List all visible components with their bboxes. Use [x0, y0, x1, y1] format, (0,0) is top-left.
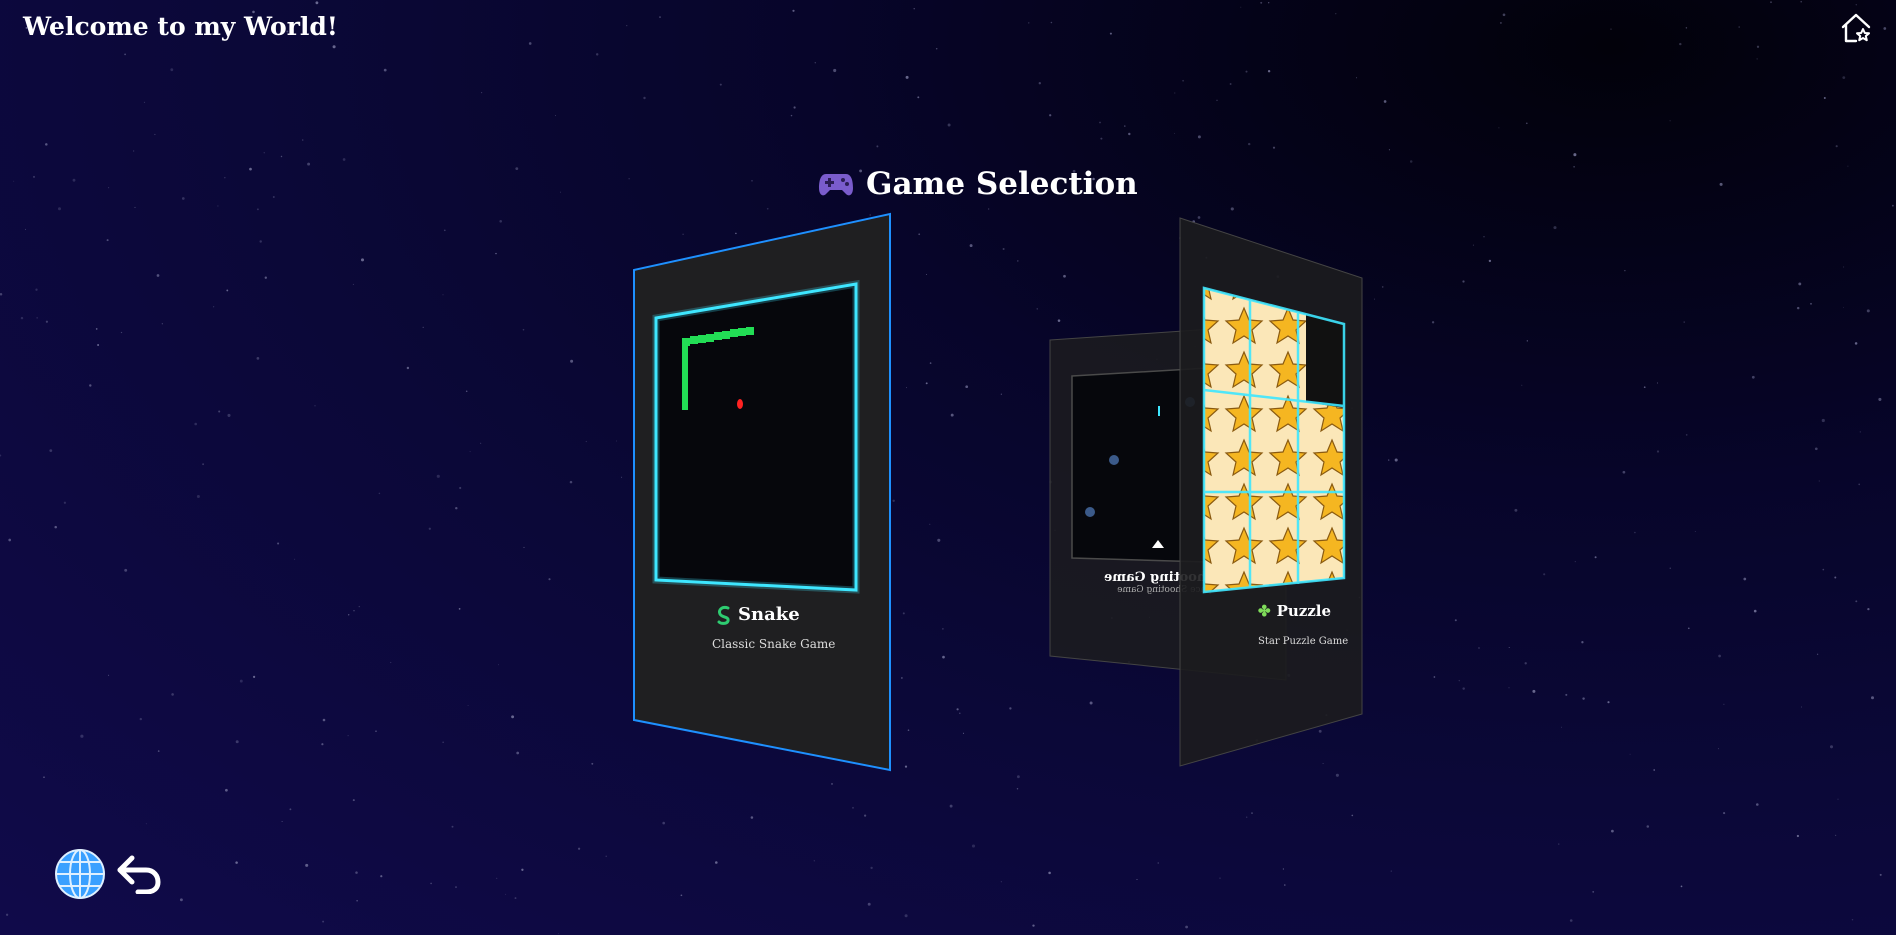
welcome-heading: Welcome to my World!	[23, 12, 338, 41]
gamepad-icon	[819, 174, 853, 196]
game-card-title: Puzzle	[1276, 602, 1332, 620]
starfield-background	[0, 0, 1894, 935]
bottom-toolbar	[54, 848, 162, 900]
home-star-icon[interactable]	[1840, 12, 1872, 44]
snake-icon	[717, 605, 730, 625]
game-card-subtitle: Classic Snake Game	[712, 637, 836, 651]
game-card-snake[interactable]: Snake Classic Snake Game	[632, 212, 892, 772]
snake-food	[737, 399, 743, 409]
back-arrow-icon[interactable]	[114, 854, 162, 894]
puzzle-piece-icon: ✤	[1258, 602, 1271, 620]
game-selection-title-text: Game Selection	[866, 166, 1138, 202]
game-card-puzzle[interactable]: ✤ Puzzle Star Puzzle Game	[1178, 216, 1364, 768]
game-card-title: Snake	[738, 604, 800, 625]
game-card-subtitle: Star Puzzle Game	[1258, 636, 1349, 647]
game-selection-title: Game Selection	[818, 166, 1138, 202]
globe-icon[interactable]	[54, 848, 106, 900]
